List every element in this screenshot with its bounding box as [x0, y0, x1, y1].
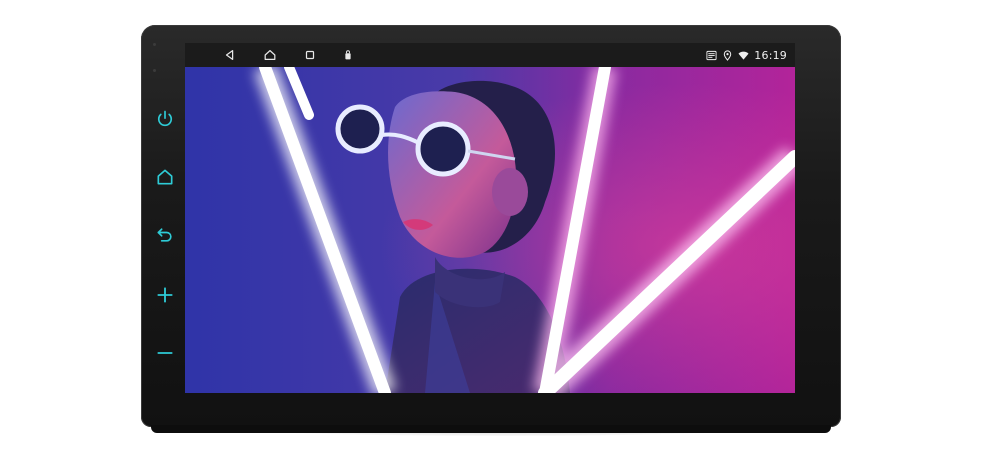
nav-app-button[interactable]: [339, 46, 357, 64]
wallpaper-image: [185, 67, 795, 393]
location-icon: [724, 49, 732, 61]
home-icon: [157, 169, 173, 185]
volume-up-button[interactable]: [151, 281, 179, 309]
notification-icon: [706, 50, 717, 60]
neon-portrait-wallpaper: [185, 67, 795, 393]
display-screen: 16:19: [185, 43, 795, 393]
back-icon: [157, 228, 172, 242]
power-icon: [157, 110, 173, 127]
status-clock: 16:19: [754, 48, 787, 62]
home-button[interactable]: [151, 163, 179, 191]
wifi-icon: [738, 51, 749, 60]
mic-dot-bottom: [153, 69, 156, 72]
minus-icon: [157, 352, 173, 354]
mic-dot-top: [153, 43, 156, 46]
head-unit-device: 16:19: [141, 25, 841, 433]
status-indicators: 16:19: [706, 43, 787, 67]
bag-icon: [345, 50, 351, 60]
back-button[interactable]: [151, 221, 179, 249]
plus-icon: [157, 287, 173, 303]
product-stage: 16:19: [0, 0, 1000, 470]
home-outline-icon: [264, 50, 276, 60]
status-bar: 16:19: [185, 43, 795, 67]
recents-square-icon: [305, 50, 315, 60]
nav-back-button[interactable]: [221, 46, 239, 64]
nav-recents-button[interactable]: [301, 46, 319, 64]
nav-home-button[interactable]: [261, 46, 279, 64]
power-button[interactable]: [151, 105, 179, 133]
volume-down-button[interactable]: [151, 339, 179, 367]
back-triangle-icon: [225, 50, 234, 60]
